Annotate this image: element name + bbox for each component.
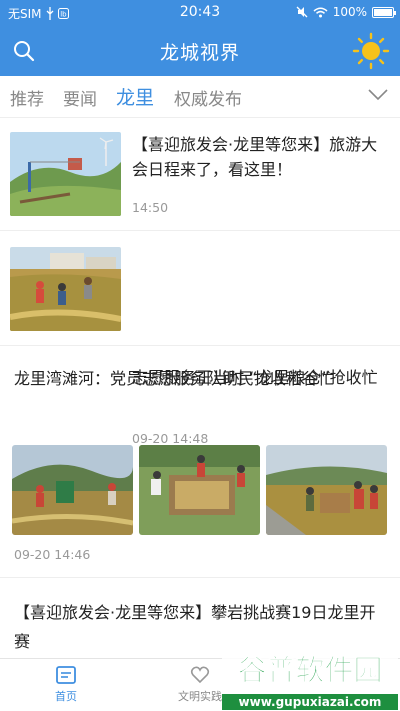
news-image xyxy=(266,445,387,535)
news-time: 14:50 xyxy=(132,200,169,215)
news-feed[interactable]: 【喜迎旅发会·龙里等您来】旅游大会日程来了，看这里！ 14:50 志愿服务正当时… xyxy=(0,118,400,658)
list-item[interactable]: 龙里湾滩河：党员志愿服务队助民抢收稻谷忙 09-20 14:46 xyxy=(0,346,400,578)
chevron-down-icon[interactable] xyxy=(368,88,388,102)
news-title: 龙里湾滩河：党员志愿服务队助民抢收稻谷忙 xyxy=(14,369,335,388)
watermark-logo: 谷普软件园 www.gupuxiazai.com xyxy=(222,648,398,710)
battery-icon xyxy=(372,6,396,18)
wifi-icon xyxy=(313,7,328,17)
mute-icon xyxy=(296,6,308,18)
list-item[interactable]: 【喜迎旅发会·龙里等您来】攀岩挑战赛19日龙里开赛 xyxy=(0,578,400,658)
tab-home[interactable]: 首页 xyxy=(26,665,106,704)
channel-tabs: 推荐 要闻 龙里 权威发布 xyxy=(0,76,400,118)
watermark-brand: 谷普软件园 xyxy=(237,653,382,687)
tab-longli[interactable]: 龙里 xyxy=(116,83,154,110)
news-image xyxy=(139,445,260,535)
tab-headlines[interactable]: 要闻 xyxy=(63,85,97,110)
status-bar: 无SIM lb 20:43 100% xyxy=(0,0,400,26)
list-item[interactable]: 【喜迎旅发会·龙里等您来】旅游大会日程来了，看这里！ 14:50 xyxy=(0,118,400,231)
news-thumbnail xyxy=(10,132,121,216)
tab-official-release[interactable]: 权威发布 xyxy=(174,85,242,110)
battery-percent: 100% xyxy=(332,5,367,19)
news-title: 【喜迎旅发会·龙里等您来】旅游大会日程来了，看这里！ xyxy=(132,135,378,179)
news-thumbnail xyxy=(10,247,121,331)
news-image xyxy=(12,445,133,535)
news-time: 09-20 14:46 xyxy=(14,547,91,562)
list-item[interactable]: 志愿服务正当时 “龙里粮仓”抢收忙 09-20 14:48 xyxy=(0,231,400,446)
sun-icon[interactable] xyxy=(352,32,390,70)
nav-bar: 龙城视界 xyxy=(0,26,400,76)
tab-civilization-label: 文明实践 xyxy=(178,690,222,703)
news-image-group xyxy=(12,445,388,535)
watermark-url: www.gupuxiazai.com xyxy=(239,695,382,709)
tab-recommend[interactable]: 推荐 xyxy=(10,85,44,110)
heart-hand-icon xyxy=(190,666,210,684)
tab-home-label: 首页 xyxy=(55,690,77,703)
home-icon xyxy=(56,666,76,684)
app-title: 龙城视界 xyxy=(159,42,240,64)
